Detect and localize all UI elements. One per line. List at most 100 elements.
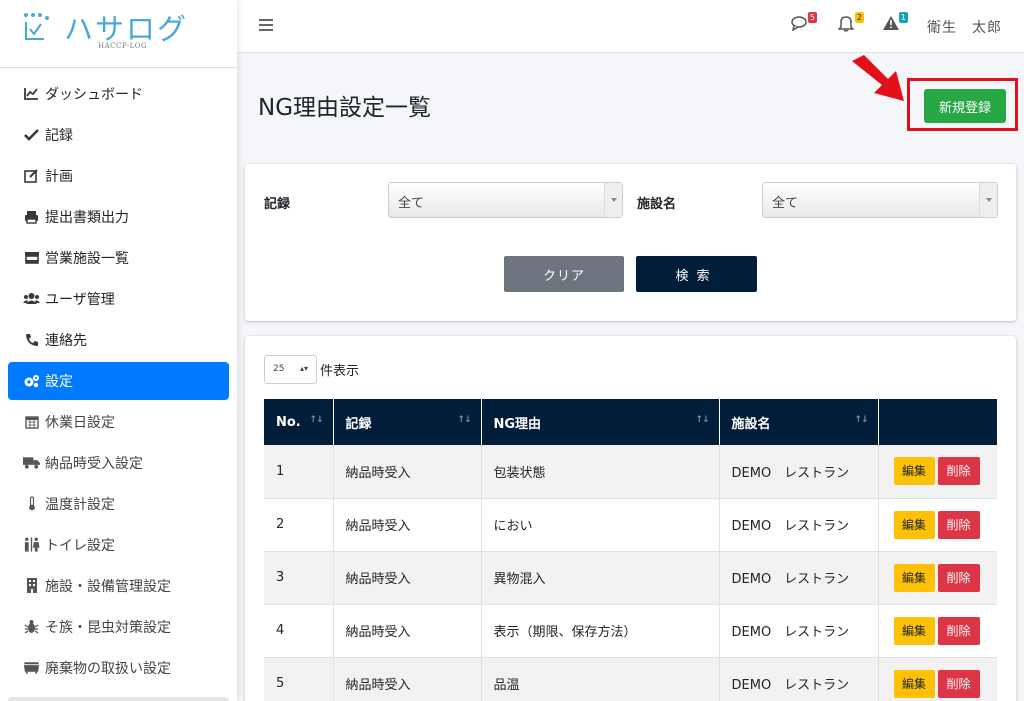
column-header-facility[interactable]: 施設名 ↑↓	[719, 399, 879, 445]
chevron-down-icon	[979, 183, 997, 217]
edit-button[interactable]: 編集	[893, 563, 935, 592]
edit-button[interactable]: 編集	[893, 616, 935, 645]
column-header-no[interactable]: No. ↑↓	[264, 399, 334, 445]
sidebar-item-documents[interactable]: 提出書類出力	[0, 196, 237, 237]
cell-actions: 編集 削除	[878, 657, 997, 701]
edit-button[interactable]: 編集	[893, 510, 935, 539]
cell-no: 2	[264, 498, 334, 552]
search-button[interactable]: 検索	[636, 256, 757, 292]
logo-icon	[24, 13, 49, 40]
bell-icon[interactable]: 2	[837, 12, 864, 35]
table-row: 1 納品時受入 包装状態 DEMO レストラン 編集 削除	[264, 445, 997, 499]
user-name[interactable]: 衛生 太郎	[927, 17, 1002, 37]
delete-button[interactable]: 削除	[937, 457, 980, 486]
sidebar-item-label: 廃棄物の取扱い設定	[45, 660, 171, 677]
facility-filter-select[interactable]: 全て	[762, 182, 998, 218]
sidebar: ハサログ HACCP-LOG ダッシュボード 記録 計画 提出書類出力 営業施設…	[0, 0, 237, 701]
sort-icon: ↑↓	[854, 415, 868, 425]
cell-no: 5	[264, 657, 334, 701]
sidebar-item-equipment[interactable]: 施設・設備管理設定	[0, 565, 237, 606]
cell-record: 納品時受入	[333, 657, 482, 701]
highlight-box: 新規登録	[907, 78, 1018, 131]
users-icon	[23, 290, 40, 307]
column-header-actions	[878, 399, 997, 445]
table-row: 4 納品時受入 表示（期限、保存方法） DEMO レストラン 編集 削除	[264, 604, 997, 658]
cell-reason: 異物混入	[481, 551, 720, 605]
sidebar-item-label: トイレ設定	[45, 537, 115, 554]
page-length-select[interactable]: 25 ▴▾	[264, 355, 317, 384]
sidebar-item-delivery[interactable]: 納品時受入設定	[0, 442, 237, 483]
delete-button[interactable]: 削除	[937, 669, 980, 698]
sidebar-item-holidays[interactable]: 休業日設定	[0, 401, 237, 442]
warning-icon[interactable]: 1	[882, 12, 908, 35]
phone-icon	[23, 331, 40, 348]
bug-icon	[23, 618, 40, 635]
dumpster-icon	[23, 659, 40, 676]
sidebar-item-label: ダッシュボード	[45, 86, 143, 103]
sidebar-item-label: そ族・昆虫対策設定	[45, 619, 171, 636]
record-filter-value: 全て	[398, 196, 425, 211]
sidebar-item-thermometer[interactable]: 温度計設定	[0, 483, 237, 524]
filter-card: 記録 全て 施設名 全て クリア 検索	[245, 164, 1016, 321]
sidebar-item-plan[interactable]: 計画	[0, 155, 237, 196]
brand[interactable]: ハサログ HACCP-LOG	[0, 0, 237, 68]
cell-record: 納品時受入	[333, 551, 482, 605]
sidebar-item-settings[interactable]: 設定	[8, 362, 229, 400]
delete-button[interactable]: 削除	[937, 616, 980, 645]
sort-icon: ↑↓	[695, 415, 709, 425]
sidebar-item-label: ユーザ管理	[45, 291, 115, 308]
topbar: 5 2 1 衛生 太郎	[237, 0, 1024, 53]
edit-button[interactable]: 編集	[893, 669, 935, 698]
cell-facility: DEMO レストラン	[719, 445, 879, 499]
sidebar-item-pest[interactable]: そ族・昆虫対策設定	[0, 606, 237, 647]
updown-icon: ▴▾	[299, 364, 308, 373]
cell-reason: 包装状態	[481, 445, 720, 499]
cell-facility: DEMO レストラン	[719, 498, 879, 552]
sidebar-item-users[interactable]: ユーザ管理	[0, 278, 237, 319]
chevron-down-icon	[604, 183, 622, 217]
sidebar-item-records[interactable]: 記録	[0, 114, 237, 155]
sort-icon: ↑↓	[457, 415, 471, 425]
sidebar-item-label: 設定	[45, 374, 73, 390]
cell-record: 納品時受入	[333, 445, 482, 499]
ng-reason-table: No. ↑↓ 記録 ↑↓ NG理由 ↑↓ 施設名 ↑↓ 1 納品時受入 包装状態 DEM…	[264, 399, 997, 701]
list-card: 25 ▴▾ 件表示 No. ↑↓ 記録 ↑↓ NG理由 ↑↓ 施設名 ↑↓ 1 納品時受…	[245, 336, 1016, 701]
chart-line-icon	[23, 85, 40, 102]
sidebar-item-label: 連絡先	[45, 332, 87, 349]
facility-filter-value: 全て	[772, 196, 799, 211]
edit-icon	[23, 167, 40, 184]
page-length-value: 25	[273, 364, 285, 374]
sidebar-item-label: 提出書類出力	[45, 209, 129, 226]
new-registration-button[interactable]: 新規登録	[924, 89, 1006, 123]
cell-actions: 編集 削除	[878, 604, 997, 658]
sidebar-item-next[interactable]	[8, 697, 229, 701]
column-header-record[interactable]: 記録 ↑↓	[333, 399, 482, 445]
clear-button[interactable]: クリア	[504, 256, 624, 292]
sidebar-nav: ダッシュボード 記録 計画 提出書類出力 営業施設一覧 ユーザ管理 連絡先 設定…	[0, 73, 237, 701]
table-row: 5 納品時受入 品温 DEMO レストラン 編集 削除	[264, 657, 997, 701]
edit-button[interactable]: 編集	[893, 457, 935, 486]
sidebar-item-contacts[interactable]: 連絡先	[0, 319, 237, 360]
delete-button[interactable]: 削除	[937, 510, 980, 539]
cell-reason: におい	[481, 498, 720, 552]
check-icon	[23, 126, 40, 143]
column-header-label: No.	[276, 414, 301, 430]
cell-actions: 編集 削除	[878, 498, 997, 552]
cell-no: 4	[264, 604, 334, 658]
sidebar-item-waste[interactable]: 廃棄物の取扱い設定	[0, 647, 237, 688]
sidebar-item-label: 温度計設定	[45, 496, 115, 513]
cell-actions: 編集 削除	[878, 445, 997, 499]
truck-icon	[23, 454, 40, 471]
column-header-ng-reason[interactable]: NG理由 ↑↓	[481, 399, 720, 445]
delete-button[interactable]: 削除	[937, 563, 980, 592]
sidebar-item-facilities[interactable]: 営業施設一覧	[0, 237, 237, 278]
sidebar-item-label: 納品時受入設定	[45, 455, 143, 472]
record-filter-select[interactable]: 全て	[388, 182, 623, 218]
menu-toggle-icon[interactable]	[259, 19, 273, 31]
messages-icon[interactable]: 5	[791, 12, 817, 35]
sidebar-item-dashboard[interactable]: ダッシュボード	[0, 73, 237, 114]
sidebar-item-restroom[interactable]: トイレ設定	[0, 524, 237, 565]
cell-record: 納品時受入	[333, 604, 482, 658]
cell-facility: DEMO レストラン	[719, 604, 879, 658]
calendar-icon	[23, 413, 40, 430]
